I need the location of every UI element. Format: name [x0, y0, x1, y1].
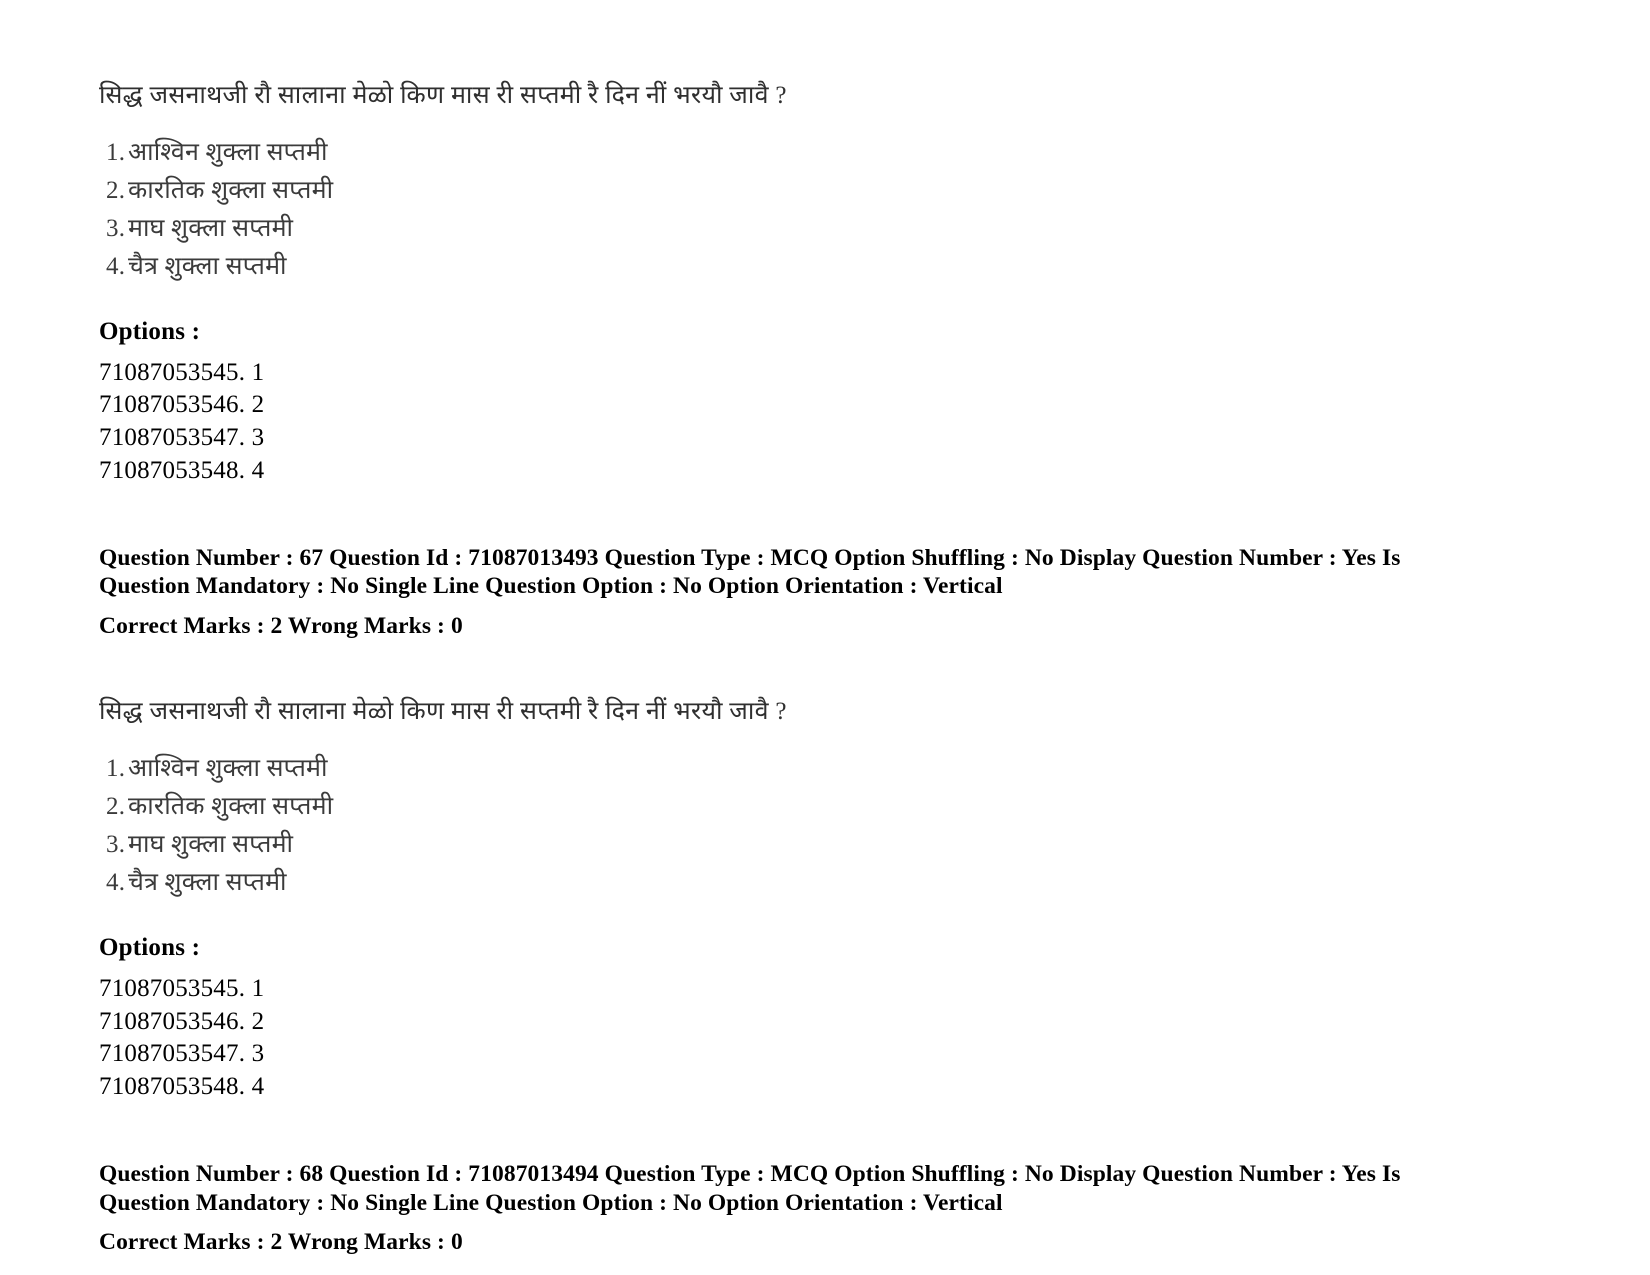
- choice-item: 4. चैत्र शुक्ला सप्तमी: [106, 864, 1519, 902]
- choice-label: आश्विन शुक्ला सप्तमी: [128, 754, 328, 782]
- options-heading: Options :: [99, 317, 201, 345]
- metadata-line-3: Correct Marks : 2 Wrong Marks : 0: [99, 1229, 463, 1256]
- metadata-paragraph: Question Number : 68 Question Id : 71087…: [99, 1160, 1519, 1217]
- option-id-row: 71087053546. 2: [99, 391, 265, 419]
- choice-item: 3. माघ शुक्ला सप्तमी: [106, 210, 1519, 248]
- choice-item: 2. कारतिक शुक्ला सप्तमी: [106, 788, 1519, 826]
- choice-item: 1. आश्विन शुक्ला सप्तमी: [106, 134, 1519, 172]
- choice-item: 4. चैत्र शुक्ला सप्तमी: [106, 248, 1519, 286]
- metadata-line-3: Correct Marks : 2 Wrong Marks : 0: [99, 612, 463, 639]
- question-text: सिद्ध जसनाथजी रौ सालाना मेळो किण मास री …: [99, 698, 787, 726]
- choice-label: कारतिक शुक्ला सप्तमी: [128, 176, 334, 204]
- metadata-line-1: Question Number : 68 Question Id : 71087…: [99, 1160, 1401, 1187]
- option-id-list: 71087053545. 1 71087053546. 2 7108705354…: [99, 973, 1519, 1104]
- choice-item: 1. आश्विन शुक्ला सप्तमी: [106, 750, 1519, 788]
- document-page: सिद्ध जसनाथजी रौ सालाना मेळो किण मास री …: [0, 0, 1650, 1275]
- question-metadata: Question Number : 67 Question Id : 71087…: [99, 544, 1519, 641]
- choice-label: माघ शुक्ला सप्तमी: [128, 830, 294, 858]
- metadata-line-1: Question Number : 67 Question Id : 71087…: [99, 544, 1401, 571]
- option-id-row: 71087053545. 1: [99, 358, 265, 386]
- question-block: सिद्ध जसनाथजी रौ सालाना मेळो किण मास री …: [99, 698, 1519, 1256]
- choice-number: 3.: [106, 830, 126, 858]
- choice-label: माघ शुक्ला सप्तमी: [128, 214, 294, 242]
- option-id-row: 71087053548. 4: [99, 1073, 265, 1101]
- options-heading: Options :: [99, 933, 201, 961]
- metadata-paragraph: Question Number : 67 Question Id : 71087…: [99, 544, 1519, 601]
- question-choices: 1. आश्विन शुक्ला सप्तमी 2. कारतिक शुक्ला स…: [106, 750, 1519, 902]
- question-block: सिद्ध जसनाथजी रौ सालाना मेळो किण मास री …: [99, 0, 1519, 640]
- option-id-row: 71087053545. 1: [99, 974, 265, 1002]
- choice-number: 3.: [106, 214, 126, 242]
- question-metadata: Question Number : 68 Question Id : 71087…: [99, 1160, 1519, 1257]
- choice-number: 4.: [106, 868, 126, 896]
- option-id-row: 71087053547. 3: [99, 424, 265, 451]
- choice-label: आश्विन शुक्ला सप्तमी: [128, 138, 328, 166]
- choice-label: चैत्र शुक्ला सप्तमी: [128, 868, 287, 896]
- metadata-line-2: Question Mandatory : No Single Line Ques…: [99, 573, 1003, 600]
- option-id-row: 71087053548. 4: [99, 456, 265, 484]
- option-id-row: 71087053546. 2: [99, 1007, 265, 1035]
- choice-number: 2.: [106, 176, 126, 204]
- question-choices: 1. आश्विन शुक्ला सप्तमी 2. कारतिक शुक्ला स…: [106, 134, 1519, 286]
- option-id-list: 71087053545. 1 71087053546. 2 7108705354…: [99, 357, 1519, 488]
- choice-number: 1.: [106, 138, 126, 166]
- page-content: सिद्ध जसनाथजी रौ सालाना मेळो किण मास री …: [99, 0, 1519, 1257]
- choice-number: 1.: [106, 754, 126, 782]
- choice-label: कारतिक शुक्ला सप्तमी: [128, 792, 334, 820]
- choice-label: चैत्र शुक्ला सप्तमी: [128, 252, 287, 280]
- choice-number: 2.: [106, 792, 126, 820]
- choice-number: 4.: [106, 252, 126, 280]
- choice-item: 2. कारतिक शुक्ला सप्तमी: [106, 172, 1519, 210]
- option-id-row: 71087053547. 3: [99, 1040, 265, 1068]
- metadata-line-2: Question Mandatory : No Single Line Ques…: [99, 1189, 1003, 1216]
- choice-item: 3. माघ शुक्ला सप्तमी: [106, 826, 1519, 864]
- question-text: सिद्ध जसनाथजी रौ सालाना मेळो किण मास री …: [99, 82, 787, 109]
